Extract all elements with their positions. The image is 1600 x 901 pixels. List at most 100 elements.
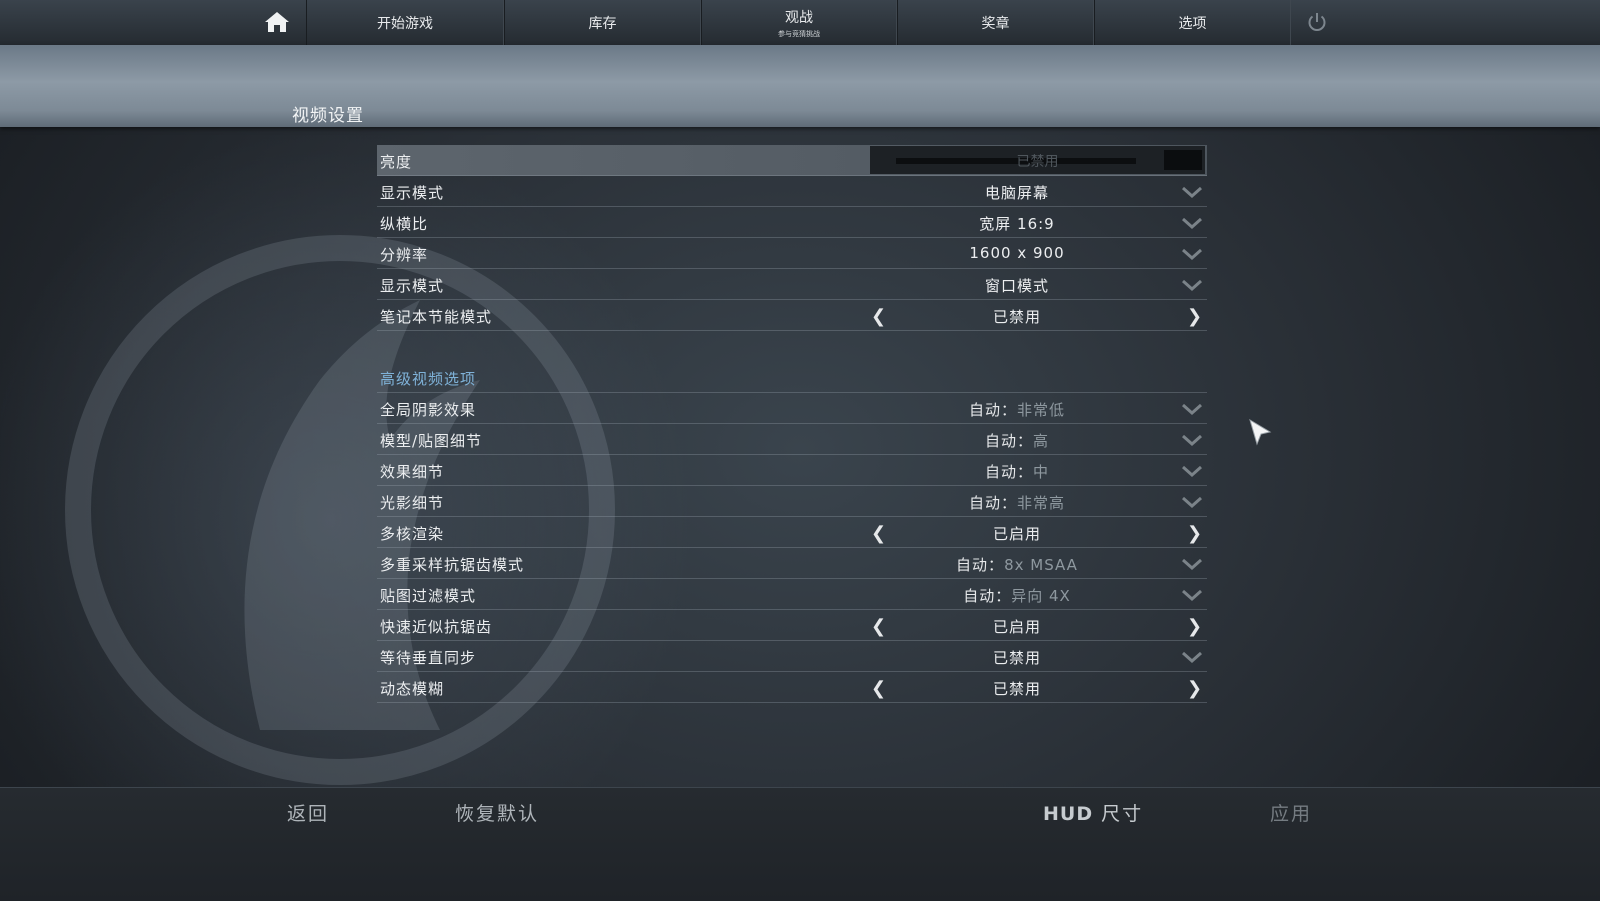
nav-options-label: 选项 (1178, 15, 1207, 32)
hud-size-button[interactable]: HUD 尺寸 (1043, 799, 1143, 826)
section-title: 高级视频选项 (380, 370, 477, 388)
setting-row-resolution[interactable]: 分辨率 1600 x 900 (377, 238, 1207, 269)
chevron-down-icon[interactable] (1181, 278, 1203, 292)
restore-defaults-button[interactable]: 恢复默认 (455, 799, 539, 826)
setting-value: 窗口模式 (984, 277, 1049, 295)
setting-row-window-mode[interactable]: 显示模式 窗口模式 (377, 269, 1207, 300)
setting-label: 纵横比 (380, 215, 429, 233)
brightness-slider[interactable]: 已禁用 (870, 146, 1205, 174)
auto-prefix: 自动： (963, 587, 1012, 605)
nav-awards[interactable]: 奖章 (897, 0, 1094, 45)
setting-label: 模型/贴图细节 (380, 432, 483, 450)
nav-inventory[interactable]: 库存 (504, 0, 701, 45)
auto-prefix: 自动： (968, 494, 1017, 512)
home-button[interactable] (262, 10, 292, 34)
setting-value: 已启用 (992, 618, 1041, 636)
chevron-down-icon[interactable] (1181, 495, 1203, 509)
apply-button[interactable]: 应用 (1270, 799, 1312, 826)
home-icon (265, 12, 289, 32)
auto-value: 高 (1033, 432, 1050, 450)
setting-value: 自动：中 (869, 461, 1165, 482)
nav-awards-label: 奖章 (981, 15, 1010, 32)
setting-value: 自动：8x MSAA (869, 554, 1165, 575)
setting-label: 显示模式 (380, 184, 445, 202)
settings-list: 亮度 已禁用 显示模式 电脑屏幕 纵横比 宽屏 16:9 分辨率 1600 x … (377, 145, 1207, 703)
setting-label: 全局阴影效果 (380, 401, 477, 419)
setting-row-vsync[interactable]: 等待垂直同步 已禁用 (377, 641, 1207, 672)
setting-value: 已禁用 (992, 680, 1041, 698)
auto-value: 非常低 (1017, 401, 1066, 419)
setting-row-msaa[interactable]: 多重采样抗锯齿模式 自动：8x MSAA (377, 548, 1207, 579)
nav-inventory-label: 库存 (588, 15, 617, 32)
hud-size-strong: HUD (1043, 803, 1094, 825)
setting-row-effect-detail[interactable]: 效果细节 自动：中 (377, 455, 1207, 486)
header-band (0, 45, 1600, 127)
setting-row-model-texture-detail[interactable]: 模型/贴图细节 自动：高 (377, 424, 1207, 455)
setting-row-multicore-rendering[interactable]: 多核渲染 ❮ 已启用 ❯ (377, 517, 1207, 548)
auto-prefix: 自动： (984, 432, 1033, 450)
setting-label: 亮度 (380, 153, 413, 171)
chevron-down-icon[interactable] (1181, 402, 1203, 416)
page-title: 视频设置 (292, 106, 364, 126)
setting-row-motion-blur[interactable]: 动态模糊 ❮ 已禁用 ❯ (377, 672, 1207, 703)
bottom-bar (0, 787, 1600, 901)
nav-options[interactable]: 选项 (1094, 0, 1291, 45)
setting-label: 显示模式 (380, 277, 445, 295)
setting-row-texture-filtering[interactable]: 贴图过滤模式 自动：异向 4X (377, 579, 1207, 610)
top-navigation: 开始游戏 库存 观战 参与竞猜挑战 奖章 选项 (0, 0, 1600, 46)
setting-value: 自动：异向 4X (869, 585, 1165, 606)
chevron-down-icon[interactable] (1181, 185, 1203, 199)
auto-value: 8x MSAA (1004, 556, 1078, 574)
setting-value: 1600 x 900 (969, 244, 1065, 262)
chevron-right-icon[interactable]: ❯ (1187, 523, 1202, 544)
back-button[interactable]: 返回 (287, 799, 329, 826)
chevron-down-icon[interactable] (1181, 650, 1203, 664)
chevron-down-icon[interactable] (1181, 464, 1203, 478)
auto-prefix: 自动： (968, 401, 1017, 419)
power-button[interactable] (1306, 11, 1328, 33)
setting-value: 自动：高 (869, 430, 1165, 451)
setting-row-display-mode[interactable]: 显示模式 电脑屏幕 (377, 176, 1207, 207)
setting-row-aspect-ratio[interactable]: 纵横比 宽屏 16:9 (377, 207, 1207, 238)
mouse-cursor-icon (1249, 418, 1272, 446)
auto-value: 中 (1033, 463, 1050, 481)
hud-size-rest: 尺寸 (1101, 803, 1144, 825)
setting-row-fxaa[interactable]: 快速近似抗锯齿 ❮ 已启用 ❯ (377, 610, 1207, 641)
setting-label: 多核渲染 (380, 525, 445, 543)
auto-value: 非常高 (1017, 494, 1066, 512)
setting-value: 已启用 (992, 525, 1041, 543)
setting-label: 光影细节 (380, 494, 445, 512)
setting-row-shader-detail[interactable]: 光影细节 自动：非常高 (377, 486, 1207, 517)
setting-label: 贴图过滤模式 (380, 587, 477, 605)
setting-value: 电脑屏幕 (984, 184, 1049, 202)
setting-label: 等待垂直同步 (380, 649, 477, 667)
setting-value: 自动：非常高 (869, 492, 1165, 513)
setting-label: 分辨率 (380, 246, 429, 264)
nav-watch[interactable]: 观战 参与竞猜挑战 (701, 0, 897, 45)
chevron-right-icon[interactable]: ❯ (1187, 616, 1202, 637)
slider-disabled-text: 已禁用 (1016, 154, 1059, 170)
power-icon (1308, 13, 1326, 31)
chevron-right-icon[interactable]: ❯ (1187, 678, 1202, 699)
setting-value: 已禁用 (992, 649, 1041, 667)
chevron-down-icon[interactable] (1181, 433, 1203, 447)
setting-value: 已禁用 (992, 308, 1041, 326)
section-header-advanced: 高级视频选项 (377, 362, 1207, 393)
setting-row-laptop-power-saving[interactable]: 笔记本节能模式 ❮ 已禁用 ❯ (377, 300, 1207, 331)
nav-watch-sublabel: 参与竞猜挑战 (778, 29, 820, 38)
setting-row-brightness[interactable]: 亮度 已禁用 (377, 145, 1207, 176)
chevron-down-icon[interactable] (1181, 557, 1203, 571)
setting-label: 笔记本节能模式 (380, 308, 493, 326)
auto-value: 异向 4X (1011, 587, 1071, 605)
setting-value: 自动：非常低 (869, 399, 1165, 420)
chevron-right-icon[interactable]: ❯ (1187, 306, 1202, 327)
chevron-down-icon[interactable] (1181, 216, 1203, 230)
chevron-down-icon[interactable] (1181, 247, 1203, 261)
setting-label: 效果细节 (380, 463, 445, 481)
nav-play[interactable]: 开始游戏 (306, 0, 504, 45)
chevron-down-icon[interactable] (1181, 588, 1203, 602)
setting-label: 多重采样抗锯齿模式 (380, 556, 525, 574)
nav-watch-label: 观战 (785, 9, 813, 26)
setting-row-global-shadow[interactable]: 全局阴影效果 自动：非常低 (377, 393, 1207, 424)
